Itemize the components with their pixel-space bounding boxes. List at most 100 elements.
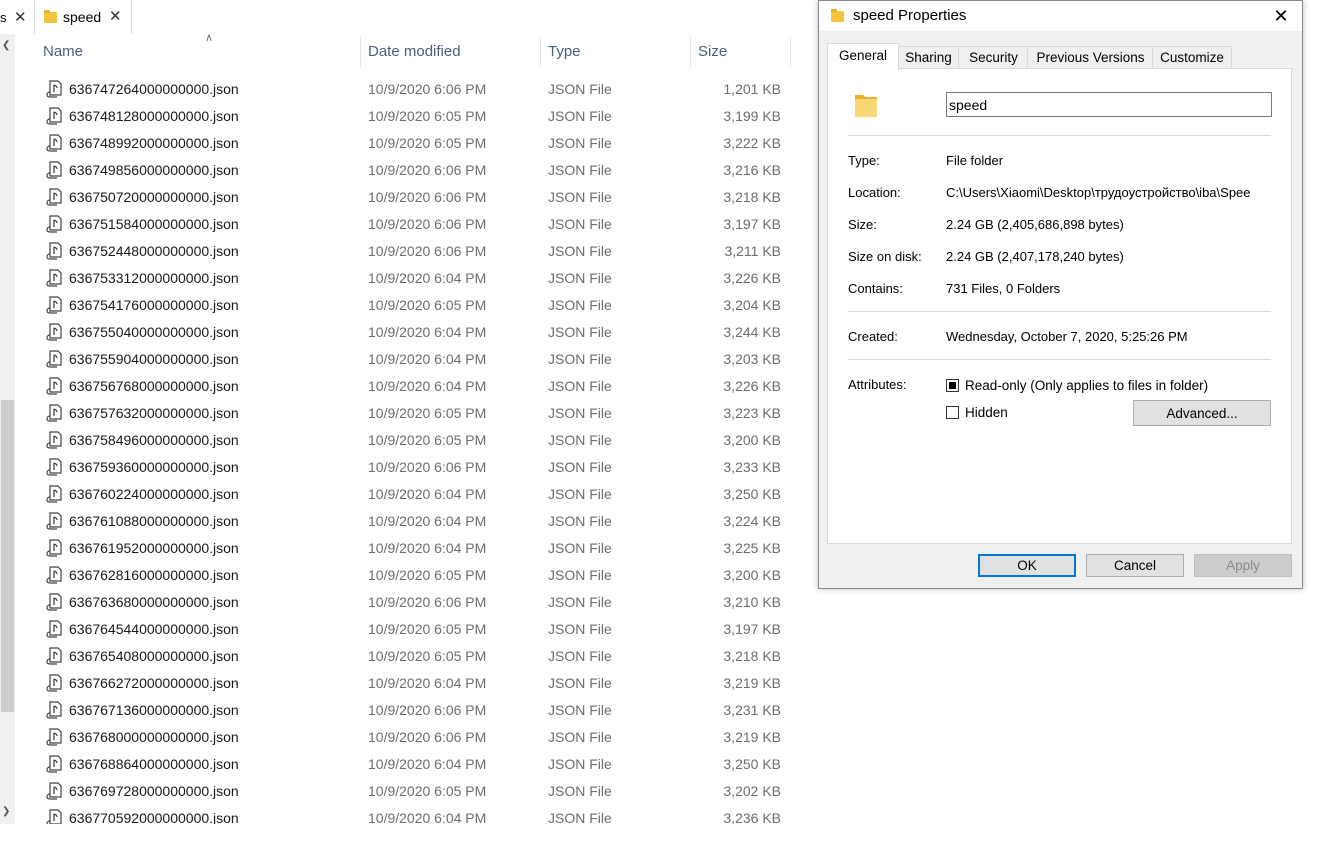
tab-security[interactable]: Security [958,46,1029,69]
close-icon[interactable]: ✕ [14,8,27,26]
file-row[interactable]: 636755904000000000.json 10/9/2020 6:04 PM… [15,346,805,373]
file-row[interactable]: 636749856000000000.json 10/9/2020 6:06 PM… [15,157,805,184]
json-file-icon [46,404,62,422]
json-file-icon [46,161,62,179]
file-type: JSON File [548,162,612,178]
column-header-date-modified[interactable]: Date modified [368,43,461,60]
json-file-icon [46,620,62,638]
json-file-icon [46,701,62,719]
file-row[interactable]: 636748992000000000.json 10/9/2020 6:05 PM… [15,130,805,157]
hidden-checkbox[interactable] [946,406,959,419]
folder-icon [44,10,57,23]
file-name: 636763680000000000.json [69,594,239,610]
column-divider[interactable] [790,37,791,67]
file-row[interactable]: 636770592000000000.json 10/9/2020 6:04 PM… [15,805,805,824]
apply-button[interactable]: Apply [1194,554,1292,577]
file-name: 636750720000000000.json [69,189,239,205]
tab-general[interactable]: General [827,43,899,70]
tab-customize[interactable]: Customize [1152,46,1232,69]
close-icon[interactable]: ✕ [1268,3,1294,29]
hidden-label[interactable]: Hidden [965,405,1008,420]
file-size: 3,250 KB [723,756,781,772]
file-row[interactable]: 636759360000000000.json 10/9/2020 6:06 PM… [15,454,805,481]
tab-previous-versions[interactable]: Previous Versions [1027,46,1154,69]
readonly-label[interactable]: Read-only (Only applies to files in fold… [965,378,1208,393]
file-row[interactable]: 636747264000000000.json 10/9/2020 6:06 PM… [15,76,805,103]
column-header-size[interactable]: Size [698,43,727,60]
json-file-icon [46,593,62,611]
file-row[interactable]: 636752448000000000.json 10/9/2020 6:06 PM… [15,238,805,265]
file-type: JSON File [548,513,612,529]
close-icon[interactable]: ✕ [109,7,122,25]
file-row[interactable]: 636766272000000000.json 10/9/2020 6:04 PM… [15,670,805,697]
column-header-name[interactable]: Name [43,43,83,60]
tab-speed[interactable]: speed ✕ [34,0,132,34]
tab-sharing[interactable]: Sharing [897,46,960,69]
file-row[interactable]: 636762816000000000.json 10/9/2020 6:05 PM… [15,562,805,589]
file-row[interactable]: 636751584000000000.json 10/9/2020 6:06 PM… [15,211,805,238]
file-size: 3,197 KB [723,621,781,637]
file-row[interactable]: 636761088000000000.json 10/9/2020 6:04 PM… [15,508,805,535]
file-date-modified: 10/9/2020 6:06 PM [368,459,487,475]
contains-label: Contains: [848,281,903,296]
file-size: 3,223 KB [723,405,781,421]
file-row[interactable]: 636750720000000000.json 10/9/2020 6:06 PM… [15,184,805,211]
file-size: 3,219 KB [723,729,781,745]
file-row[interactable]: 636761952000000000.json 10/9/2020 6:04 PM… [15,535,805,562]
file-row[interactable]: 636755040000000000.json 10/9/2020 6:04 PM… [15,319,805,346]
file-row[interactable]: 636760224000000000.json 10/9/2020 6:04 PM… [15,481,805,508]
file-size: 3,244 KB [723,324,781,340]
file-row[interactable]: 636754176000000000.json 10/9/2020 6:05 PM… [15,292,805,319]
file-row[interactable]: 636768000000000000.json 10/9/2020 6:06 PM… [15,724,805,751]
column-divider[interactable] [360,37,361,67]
file-name: 636760224000000000.json [69,486,239,502]
file-row[interactable]: 636757632000000000.json 10/9/2020 6:05 PM… [15,400,805,427]
advanced-button[interactable]: Advanced... [1133,400,1271,426]
file-date-modified: 10/9/2020 6:04 PM [368,810,487,824]
file-size: 3,233 KB [723,459,781,475]
file-date-modified: 10/9/2020 6:06 PM [368,216,487,232]
column-header-type[interactable]: Type [548,43,581,60]
file-row[interactable]: 636763680000000000.json 10/9/2020 6:06 PM… [15,589,805,616]
file-row[interactable]: 636769728000000000.json 10/9/2020 6:05 PM… [15,778,805,805]
scrollbar-thumb[interactable] [1,400,14,712]
file-size: 3,197 KB [723,216,781,232]
file-name: 636766272000000000.json [69,675,239,691]
location-value[interactable]: C:\Users\Xiaomi\Desktop\трудоустройство\… [946,185,1274,200]
sort-ascending-icon: ∧ [205,32,214,44]
file-row[interactable]: 636765408000000000.json 10/9/2020 6:05 PM… [15,643,805,670]
file-size: 3,203 KB [723,351,781,367]
scroll-up-icon[interactable]: ❮ [2,40,10,51]
column-divider[interactable] [690,37,691,67]
tab-previous[interactable]: s ✕ [0,0,34,34]
readonly-checkbox[interactable] [946,379,959,392]
divider [848,311,1271,312]
file-size: 3,226 KB [723,270,781,286]
file-row[interactable]: 636768864000000000.json 10/9/2020 6:04 PM… [15,751,805,778]
json-file-icon [46,350,62,368]
file-type: JSON File [548,621,612,637]
dialog-title: speed Properties [853,7,967,24]
file-date-modified: 10/9/2020 6:05 PM [368,621,487,637]
file-row[interactable]: 636764544000000000.json 10/9/2020 6:05 PM… [15,616,805,643]
cancel-button[interactable]: Cancel [1086,554,1184,577]
file-name: 636755040000000000.json [69,324,239,340]
dialog-titlebar[interactable]: speed Properties ✕ [819,1,1302,31]
file-row[interactable]: 636753312000000000.json 10/9/2020 6:04 PM… [15,265,805,292]
file-size: 3,218 KB [723,648,781,664]
file-size: 3,200 KB [723,567,781,583]
file-row[interactable]: 636758496000000000.json 10/9/2020 6:05 PM… [15,427,805,454]
ok-button[interactable]: OK [978,554,1076,577]
file-type: JSON File [548,648,612,664]
file-row[interactable]: 636748128000000000.json 10/9/2020 6:05 PM… [15,103,805,130]
folder-name-field[interactable]: speed [946,92,1272,117]
file-row[interactable]: 636756768000000000.json 10/9/2020 6:04 PM… [15,373,805,400]
file-date-modified: 10/9/2020 6:04 PM [368,513,487,529]
file-date-modified: 10/9/2020 6:05 PM [368,432,487,448]
explorer-tab-strip: s ✕ speed ✕ [0,0,820,34]
vertical-scrollbar[interactable]: ❮ ❯ [0,34,15,824]
column-divider[interactable] [540,37,541,67]
file-name: 636764544000000000.json [69,621,239,637]
file-row[interactable]: 636767136000000000.json 10/9/2020 6:06 PM… [15,697,805,724]
scroll-down-icon[interactable]: ❯ [2,806,10,817]
